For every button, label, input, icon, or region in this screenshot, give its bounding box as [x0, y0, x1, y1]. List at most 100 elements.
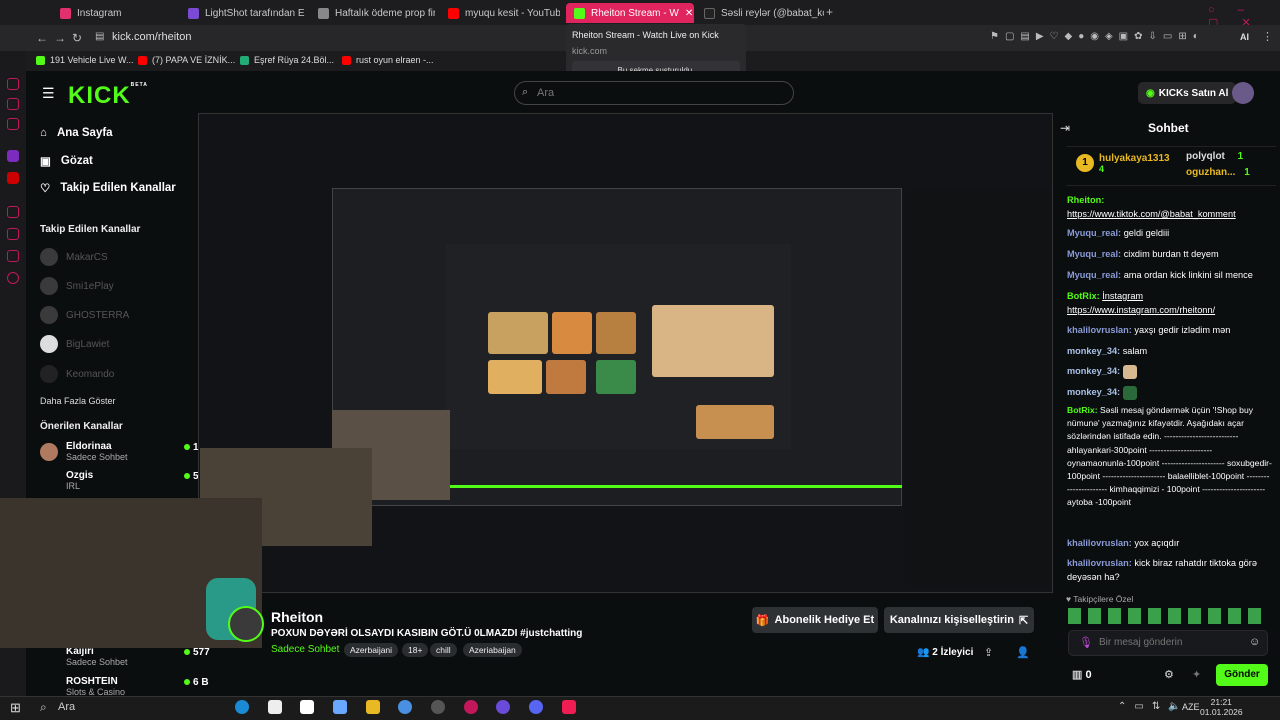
tab-rheiton-stream[interactable]: Rheiton Stream - W ✕ — [566, 3, 694, 23]
send-button[interactable]: Gönder — [1216, 664, 1268, 686]
streamer-avatar[interactable] — [228, 606, 264, 642]
chat-message: khalilovruslan: yaxşı gedir izlədim mən — [1067, 325, 1231, 335]
sidebar-app-icon[interactable] — [7, 250, 19, 262]
ai-button[interactable]: AI — [1240, 32, 1249, 42]
app-icon[interactable] — [300, 700, 314, 714]
nav-home[interactable]: ⌂ Ana Sayfa — [40, 127, 113, 139]
kick-logo[interactable]: KICKBETA — [68, 82, 148, 110]
image-thumbnail — [488, 312, 548, 354]
extensions-toolbar[interactable]: ⚑▢▤▶♡◆●◉◈▣✿⇩▭⊞◐ — [990, 31, 1205, 42]
browse-icon: ▣ — [40, 156, 51, 168]
windows-start-icon[interactable]: ⊞ — [10, 700, 21, 716]
show-more-link[interactable]: Daha Fazla Göster — [40, 396, 116, 406]
points-icon: ▥ — [1072, 669, 1086, 681]
forward-icon[interactable]: → — [54, 31, 66, 45]
new-tab-icon[interactable]: + — [826, 5, 833, 19]
tag[interactable]: chill — [430, 643, 457, 657]
image-thumbnail — [696, 405, 774, 439]
twitch-icon[interactable] — [7, 150, 19, 162]
taskbar-search[interactable]: Ara — [58, 701, 75, 713]
sidebar-app-icon[interactable] — [7, 206, 19, 218]
nav-following[interactable]: ♡ Takip Edilen Kanallar — [40, 181, 176, 195]
tiktok-icon[interactable] — [562, 700, 576, 714]
customize-channel-button[interactable]: Kanalınızı kişiselleştirin ⇱ — [884, 607, 1034, 633]
avatar[interactable] — [1232, 82, 1254, 104]
nav-browse[interactable]: ▣ Gözat — [40, 154, 93, 168]
gift-icon[interactable]: ✦ — [1192, 668, 1201, 681]
back-icon[interactable]: ← — [36, 31, 48, 45]
opera-icon[interactable] — [464, 700, 478, 714]
folder-icon[interactable] — [366, 700, 380, 714]
chat-input-box[interactable]: 🎙 ☺ — [1068, 630, 1268, 656]
viewer-count: 577 — [184, 647, 210, 658]
tab-youtube[interactable]: myuqu kesit - YouTube — [440, 3, 560, 23]
followed-channel[interactable]: Smi1ePlay — [40, 277, 114, 295]
sidebar-app-icon[interactable] — [7, 98, 19, 110]
recommended-channel[interactable]: Kaijiri Sadece Sohbet 577 — [66, 646, 210, 667]
collapse-chat-icon[interactable]: ⇥ — [1060, 121, 1070, 135]
followed-channel[interactable]: Keomando — [40, 365, 114, 383]
bookmark-item[interactable]: rust oyun elraen -... — [342, 55, 434, 65]
tab-prop-firm[interactable]: Haftalık ödeme prop firma — [310, 3, 435, 23]
tag[interactable]: 18+ — [402, 643, 429, 657]
copilot-icon[interactable] — [333, 700, 347, 714]
site-info-icon[interactable]: ▤ — [95, 31, 104, 42]
sidebar-app-icon[interactable] — [7, 118, 19, 130]
followed-channel[interactable]: GHOSTERRA — [40, 306, 129, 324]
sidebar-app-icon[interactable] — [7, 78, 19, 90]
followed-channel[interactable]: BigLawiet — [40, 335, 109, 353]
external-link-icon: ⇱ — [1018, 614, 1029, 627]
gift-subscription-button[interactable]: 🎁 Abonelik Hediye Et — [752, 607, 878, 633]
menu-icon[interactable]: ⋮ — [1262, 30, 1273, 43]
clock[interactable]: 21:21 01.01.2026 — [1200, 697, 1243, 717]
hamburger-menu-icon[interactable]: ☰ — [42, 85, 55, 102]
buy-kicks-button[interactable]: ◉ KICKs Satın Al — [1138, 82, 1237, 104]
chat-settings-icon[interactable]: ⚙ — [1164, 668, 1174, 681]
followed-channel[interactable]: MakarCS — [40, 248, 108, 266]
tab-instagram[interactable]: Instagram — [52, 3, 172, 23]
emoji-icon[interactable]: ☺ — [1249, 636, 1260, 648]
tab-label: Instagram — [77, 7, 122, 19]
streamer-name[interactable]: Rheiton — [271, 609, 323, 625]
youtube-icon[interactable] — [7, 172, 19, 184]
settings-icon[interactable] — [7, 272, 19, 284]
url-field[interactable]: kick.com/rheiton — [112, 31, 191, 43]
search-input[interactable]: ⌕ — [514, 81, 794, 105]
recommended-channel[interactable]: ROSHTEIN Slots & Casino 6 B — [66, 676, 209, 697]
search-icon[interactable]: ⌕ — [40, 700, 47, 715]
bookmark-item[interactable]: 191 Vehicle Live W... — [36, 55, 134, 65]
bookmark-item[interactable]: (7) PAPA VE İZNİK... — [138, 55, 235, 65]
reload-icon[interactable]: ↻ — [72, 31, 82, 45]
recommended-channel[interactable]: Eldorinaa Sadece Sohbet 1,5 B — [66, 441, 217, 462]
follow-user-icon[interactable]: 👤 — [1016, 646, 1030, 659]
chat-message: monkey_34: — [1067, 364, 1272, 379]
microphone-icon[interactable]: 🎙 — [1079, 636, 1093, 649]
chat-message-input[interactable] — [1099, 637, 1239, 648]
bookmark-item[interactable]: Eşref Rüya 24.Böl... — [240, 55, 334, 65]
tab-lightshot[interactable]: LightShot tarafından Ekra — [180, 3, 305, 23]
stream-category[interactable]: Sadece Sohbet — [271, 644, 339, 655]
edge-icon[interactable] — [235, 700, 249, 714]
close-icon[interactable]: ✕ — [685, 8, 693, 19]
emote-row[interactable] — [1068, 608, 1268, 624]
discord-icon[interactable] — [529, 700, 543, 714]
avatar — [40, 248, 58, 266]
language-indicator[interactable]: AZE — [1182, 702, 1200, 712]
recommended-channel[interactable]: Ozgis IRL 503 — [66, 470, 210, 491]
channel-points[interactable]: ▥ 0 — [1072, 668, 1092, 681]
search-icon: ⌕ — [522, 86, 529, 98]
tag[interactable]: Azeriabaijan — [463, 643, 522, 657]
tooltip-domain: kick.com — [572, 46, 608, 56]
avatar — [40, 306, 58, 324]
search-field[interactable] — [537, 87, 777, 99]
home-icon: ⌂ — [40, 127, 47, 139]
tab-sesli-reyler[interactable]: Səsli reylər (@babat_komm — [696, 3, 824, 23]
tag[interactable]: Azerbaijani — [344, 643, 399, 657]
system-tray[interactable]: ⌃▭⇅🔈 — [1118, 701, 1189, 712]
sidebar-app-icon[interactable] — [7, 228, 19, 240]
store-icon[interactable] — [268, 700, 282, 714]
app-icon[interactable] — [431, 700, 445, 714]
app-icon[interactable] — [496, 700, 510, 714]
share-icon[interactable]: ⇪ — [984, 646, 993, 659]
app-icon[interactable] — [398, 700, 412, 714]
